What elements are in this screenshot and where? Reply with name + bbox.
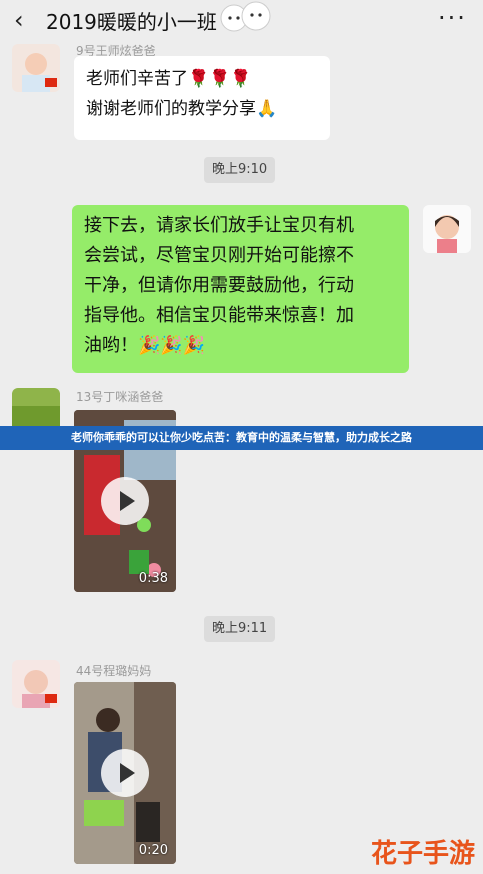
timestamp: 晚上9:10 [204, 157, 276, 183]
article-title-banner: 老师你乖乖的可以让你少吃点苦：教育中的温柔与智慧，助力成长之路 [0, 426, 483, 450]
back-arrow-icon[interactable]: ‹ [14, 6, 24, 34]
play-icon[interactable] [101, 749, 149, 797]
message-line: 老师们辛苦了🌹🌹🌹 [86, 69, 252, 89]
video-message[interactable]: 0:20 [74, 682, 176, 864]
child-avatar-icon [12, 44, 60, 92]
message-line: 接下去，请家长们放手让宝贝有机 [84, 215, 354, 236]
message-line: 指导他。相信宝贝能带来惊喜！加 [84, 305, 354, 326]
message-line: 干净，但请你用需要鼓励他，行动 [84, 275, 354, 296]
play-icon[interactable] [101, 477, 149, 525]
message-line: 谢谢老师们的教学分享🙏 [86, 99, 278, 119]
child-avatar-icon [12, 660, 60, 708]
more-options-icon[interactable]: ··· [438, 4, 467, 32]
message-line: 会尝试，尽管宝贝刚开始可能擦不 [84, 245, 354, 266]
avatar[interactable] [12, 44, 60, 92]
cartoon-sticker-icon [220, 1, 271, 32]
chat-title: 2019暖暖的小一班 [46, 10, 217, 34]
timestamp: 晚上9:11 [204, 616, 276, 642]
sender-name: 13号丁咪涵爸爸 [76, 390, 164, 404]
message-bubble[interactable]: 老师们辛苦了🌹🌹🌹 谢谢老师们的教学分享🙏 [74, 56, 330, 140]
chat-header: ‹ 2019暖暖的小一班 ··· [0, 0, 483, 40]
sender-name: 44号程璐妈妈 [76, 664, 152, 678]
message-line: 油哟！🎉🎉🎉 [84, 335, 206, 356]
girl-avatar-icon [423, 205, 471, 253]
site-watermark: 花子手游 [370, 839, 475, 869]
video-duration: 0:20 [138, 843, 168, 858]
message-bubble-self[interactable]: 接下去，请家长们放手让宝贝有机 会尝试，尽管宝贝刚开始可能擦不 干净，但请你用需… [72, 205, 409, 373]
self-avatar[interactable] [423, 205, 471, 253]
video-duration: 0:38 [138, 571, 168, 586]
avatar[interactable] [12, 660, 60, 708]
